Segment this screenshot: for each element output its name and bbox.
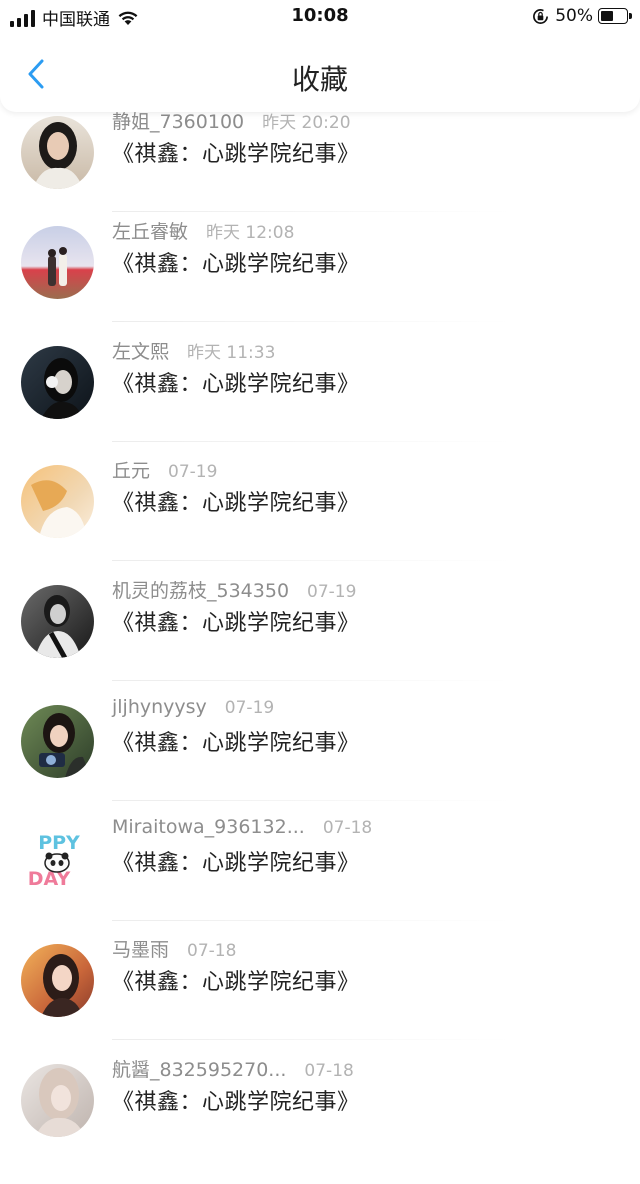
page-title: 收藏 xyxy=(291,63,348,96)
username[interactable]: jljhynyysy xyxy=(112,696,207,718)
username[interactable]: 航醤_832595270... xyxy=(112,1055,286,1082)
list-item[interactable]: 左丘睿敏 昨天 12:08 《祺鑫：心跳学院纪事》 xyxy=(0,221,640,346)
divider xyxy=(112,441,512,442)
username[interactable]: 机灵的荔枝_534350 xyxy=(112,576,289,603)
avatar[interactable] xyxy=(21,465,94,538)
username[interactable]: 丘元 xyxy=(112,456,150,483)
item-title[interactable]: 《祺鑫：心跳学院纪事》 xyxy=(112,366,360,398)
username[interactable]: 左文熙 xyxy=(112,337,169,364)
battery-icon xyxy=(598,8,632,24)
nav-bar: 收藏 xyxy=(0,34,640,112)
item-title[interactable]: 《祺鑫：心跳学院纪事》 xyxy=(112,1084,360,1116)
divider xyxy=(112,920,512,921)
list-item[interactable]: 静姐_7360100 昨天 20:20 《祺鑫：心跳学院纪事》 xyxy=(0,111,640,236)
item-meta: 马墨雨 07-18 xyxy=(112,935,236,962)
avatar[interactable] xyxy=(21,346,94,419)
item-title[interactable]: 《祺鑫：心跳学院纪事》 xyxy=(112,605,360,637)
item-meta: Miraitowa_936132... 07-18 xyxy=(112,816,372,838)
divider xyxy=(112,211,512,212)
timestamp: 07-18 xyxy=(304,1061,354,1081)
username[interactable]: Miraitowa_936132... xyxy=(112,816,305,838)
list-item[interactable]: PPY DAY Miraitowa_936132... 07-18 《祺鑫：心跳… xyxy=(0,816,640,945)
list-item[interactable]: 马墨雨 07-18 《祺鑫：心跳学院纪事》 xyxy=(0,939,640,1064)
avatar[interactable]: PPY DAY xyxy=(21,825,94,898)
item-meta: 丘元 07-19 xyxy=(112,456,217,483)
item-meta: jljhynyysy 07-19 xyxy=(112,696,274,718)
item-meta: 航醤_832595270... 07-18 xyxy=(112,1055,354,1082)
item-title[interactable]: 《祺鑫：心跳学院纪事》 xyxy=(112,485,360,517)
list-item[interactable]: 左文熙 昨天 11:33 《祺鑫：心跳学院纪事》 xyxy=(0,341,640,466)
item-title[interactable]: 《祺鑫：心跳学院纪事》 xyxy=(112,845,360,877)
list-item[interactable]: jljhynyysy 07-19 《祺鑫：心跳学院纪事》 xyxy=(0,696,640,825)
item-meta: 左文熙 昨天 11:33 xyxy=(112,337,275,364)
timestamp: 07-19 xyxy=(224,698,275,718)
avatar[interactable] xyxy=(21,1064,94,1137)
avatar-logo-text: PPY xyxy=(38,832,80,854)
avatar[interactable] xyxy=(21,116,94,189)
rotation-lock-icon xyxy=(533,8,549,24)
username[interactable]: 左丘睿敏 xyxy=(112,217,188,244)
avatar-logo-text: DAY xyxy=(28,868,71,890)
item-meta: 左丘睿敏 昨天 12:08 xyxy=(112,217,294,244)
timestamp: 昨天 11:33 xyxy=(187,343,276,363)
avatar[interactable] xyxy=(21,585,94,658)
status-bar: 中国联通 10:08 50% xyxy=(0,0,640,34)
avatar[interactable] xyxy=(21,705,94,778)
divider xyxy=(112,680,512,681)
timestamp: 07-18 xyxy=(322,818,373,838)
item-title[interactable]: 《祺鑫：心跳学院纪事》 xyxy=(112,246,360,278)
divider xyxy=(112,800,512,801)
timestamp: 07-19 xyxy=(307,582,357,602)
avatar[interactable] xyxy=(21,226,94,299)
timestamp: 昨天 12:08 xyxy=(206,223,295,243)
list-item[interactable]: 丘元 07-19 《祺鑫：心跳学院纪事》 xyxy=(0,460,640,585)
battery-percent: 50% xyxy=(555,6,593,26)
status-right: 50% xyxy=(532,6,632,26)
item-title[interactable]: 《祺鑫：心跳学院纪事》 xyxy=(112,964,360,996)
divider xyxy=(112,560,512,561)
item-title[interactable]: 《祺鑫：心跳学院纪事》 xyxy=(112,136,360,168)
avatar[interactable] xyxy=(21,944,94,1017)
list-item[interactable]: 机灵的荔枝_534350 07-19 《祺鑫：心跳学院纪事》 xyxy=(0,580,640,705)
username[interactable]: 马墨雨 xyxy=(112,935,169,962)
divider xyxy=(112,1039,512,1040)
timestamp: 07-18 xyxy=(187,941,237,961)
item-meta: 机灵的荔枝_534350 07-19 xyxy=(112,576,356,603)
list-item[interactable]: 航醤_832595270... 07-18 《祺鑫：心跳学院纪事》 xyxy=(0,1059,640,1184)
timestamp: 07-19 xyxy=(168,462,218,482)
divider xyxy=(112,321,512,322)
item-title[interactable]: 《祺鑫：心跳学院纪事》 xyxy=(112,725,360,757)
